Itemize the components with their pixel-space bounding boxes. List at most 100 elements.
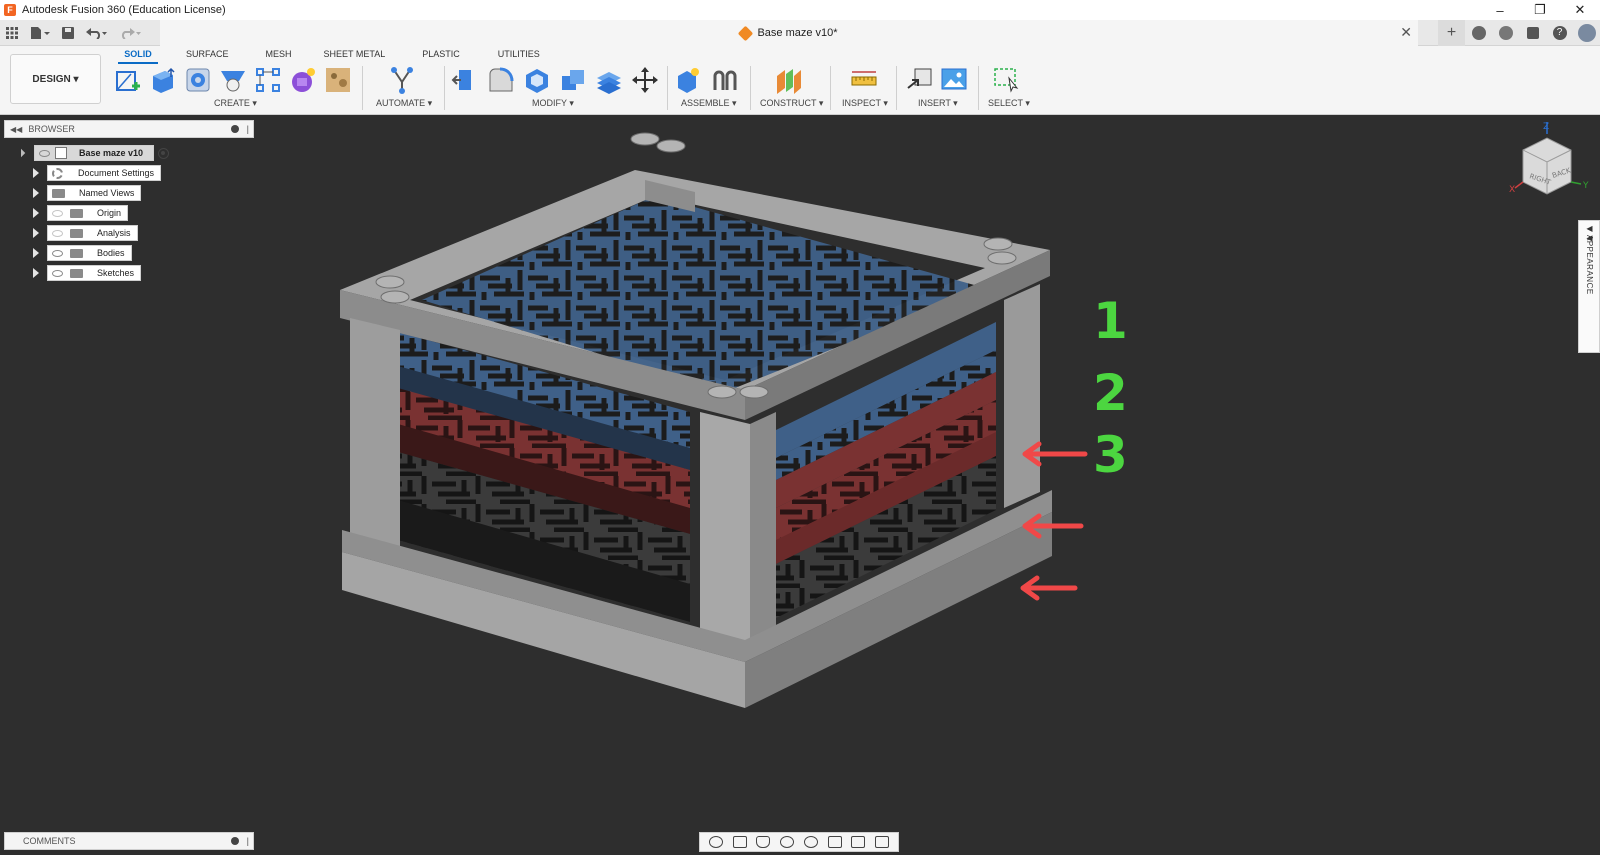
- select-group-label[interactable]: SELECT ▾: [988, 98, 1030, 109]
- activate-component-icon[interactable]: [158, 147, 170, 159]
- expand-arrow-icon[interactable]: [33, 168, 39, 178]
- data-panel-grid-icon[interactable]: [0, 20, 24, 46]
- pattern-icon[interactable]: [254, 66, 282, 94]
- tab-mesh[interactable]: MESH: [266, 46, 292, 64]
- expand-arrow-icon[interactable]: [33, 268, 39, 278]
- browser-pin-icon[interactable]: |: [247, 124, 249, 134]
- visibility-eye-icon[interactable]: [35, 146, 53, 160]
- toolbar-ribbon: DESIGN ▾ SOLID SURFACE MESH SHEET METAL …: [0, 46, 1600, 115]
- browser-node-label: Document Settings: [78, 168, 155, 178]
- insert-group-label[interactable]: INSERT ▾: [918, 98, 958, 109]
- browser-node-bodies[interactable]: Bodies: [33, 245, 132, 261]
- user-avatar[interactable]: [1573, 20, 1600, 46]
- help-icon[interactable]: ?: [1546, 20, 1573, 46]
- create-group-label[interactable]: CREATE ▾: [214, 98, 257, 109]
- job-status-icon[interactable]: [1492, 20, 1519, 46]
- view-cube[interactable]: RIGHT BACK Z X Y: [1505, 120, 1595, 210]
- look-at-icon[interactable]: [732, 836, 747, 848]
- arrow-1-icon: [1022, 441, 1088, 467]
- extrude-icon[interactable]: [149, 66, 177, 94]
- assemble-group-label[interactable]: ASSEMBLE ▾: [681, 98, 737, 109]
- window-title: Autodesk Fusion 360 (Education License): [22, 4, 226, 16]
- viewports-icon[interactable]: [875, 836, 890, 848]
- expand-arrow-icon[interactable]: [33, 188, 39, 198]
- comments-pin-icon[interactable]: |: [247, 836, 249, 846]
- create-form-icon[interactable]: [289, 66, 317, 94]
- browser-minimize-icon[interactable]: [231, 125, 239, 133]
- ribbon-separator: [667, 66, 668, 110]
- offset-face-icon[interactable]: [595, 66, 623, 94]
- press-pull-icon[interactable]: [451, 66, 479, 94]
- file-menu-icon[interactable]: [24, 20, 56, 46]
- hole-icon[interactable]: [219, 66, 247, 94]
- expand-arrow-icon[interactable]: [33, 248, 39, 258]
- automate-icon[interactable]: [388, 66, 416, 94]
- close-tab-button[interactable]: ✕: [1400, 24, 1412, 41]
- new-tab-plus-icon[interactable]: +: [1438, 20, 1465, 46]
- shell-icon[interactable]: [523, 66, 551, 94]
- browser-node-named-views[interactable]: Named Views: [33, 185, 142, 201]
- comments-panel-header[interactable]: COMMENTS |: [4, 832, 254, 850]
- tab-plastic[interactable]: PLASTIC: [422, 46, 460, 64]
- visibility-eye-icon[interactable]: [48, 206, 66, 220]
- browser-node-analysis[interactable]: Analysis: [33, 225, 138, 241]
- zoom-icon[interactable]: [780, 836, 795, 848]
- minimize-button[interactable]: –: [1480, 0, 1520, 20]
- redo-icon[interactable]: [114, 20, 148, 46]
- tab-sheet-metal[interactable]: SHEET METAL: [324, 46, 386, 64]
- close-window-button[interactable]: ✕: [1560, 0, 1600, 20]
- collapse-browser-icon[interactable]: ◀◀: [10, 125, 22, 134]
- 3d-canvas[interactable]: 1 2 3 RIGHT BACK Z X Y: [0, 116, 1600, 839]
- joint-icon[interactable]: [711, 66, 739, 94]
- canvas-image-icon[interactable]: [940, 66, 968, 94]
- window-select-icon[interactable]: [993, 66, 1021, 94]
- browser-node-label: Sketches: [97, 268, 135, 278]
- document-tab[interactable]: Base maze v10* ✕: [160, 20, 1418, 46]
- ribbon-separator: [444, 66, 445, 110]
- browser-panel-header[interactable]: ◀◀ BROWSER |: [4, 120, 254, 138]
- save-icon[interactable]: [56, 20, 80, 46]
- workspace-switcher[interactable]: DESIGN ▾: [10, 54, 101, 104]
- browser-node-sketches[interactable]: Sketches: [33, 265, 142, 281]
- display-settings-icon[interactable]: [827, 836, 842, 848]
- ribbon-separator: [830, 66, 831, 110]
- expand-arrow-icon[interactable]: [33, 228, 39, 238]
- undo-icon[interactable]: [80, 20, 114, 46]
- decal-icon[interactable]: [324, 66, 352, 94]
- insert-derive-icon[interactable]: [906, 66, 934, 94]
- expand-arrow-icon[interactable]: [16, 148, 26, 158]
- construct-group-label[interactable]: CONSTRUCT ▾: [760, 98, 823, 109]
- browser-node-origin[interactable]: Origin: [33, 205, 129, 221]
- grid-settings-icon[interactable]: [851, 836, 866, 848]
- add-comment-icon[interactable]: [231, 837, 239, 845]
- inspect-group-label[interactable]: INSPECT ▾: [842, 98, 888, 109]
- create-sketch-icon[interactable]: [114, 66, 142, 94]
- title-bar: F Autodesk Fusion 360 (Education License…: [0, 0, 1600, 20]
- browser-node-document-settings[interactable]: Document Settings: [33, 165, 162, 181]
- modify-group-label[interactable]: MODIFY ▾: [532, 98, 574, 109]
- extensions-icon[interactable]: [1465, 20, 1492, 46]
- tab-utilities[interactable]: UTILITIES: [498, 46, 540, 64]
- tab-surface[interactable]: SURFACE: [186, 46, 229, 64]
- folder-icon: [52, 188, 65, 198]
- automate-group-label[interactable]: AUTOMATE ▾: [376, 98, 432, 109]
- pan-hand-icon[interactable]: [756, 836, 771, 848]
- move-copy-icon[interactable]: [631, 66, 659, 94]
- revolve-icon[interactable]: [184, 66, 212, 94]
- notifications-icon[interactable]: [1519, 20, 1546, 46]
- maximize-button[interactable]: ❐: [1520, 0, 1560, 20]
- measure-icon[interactable]: [850, 66, 878, 94]
- new-component-icon[interactable]: [675, 66, 703, 94]
- appearance-panel-tab[interactable]: ◀◀ APPEARANCE: [1578, 220, 1600, 353]
- offset-plane-icon[interactable]: [775, 66, 803, 94]
- tab-solid[interactable]: SOLID: [118, 46, 158, 64]
- visibility-eye-icon[interactable]: [48, 246, 66, 260]
- orbit-icon[interactable]: [708, 836, 723, 848]
- visibility-eye-icon[interactable]: [48, 266, 66, 280]
- fillet-icon[interactable]: [487, 66, 515, 94]
- fit-zoom-window-icon[interactable]: [803, 836, 818, 848]
- combine-icon[interactable]: [559, 66, 587, 94]
- visibility-eye-icon[interactable]: [48, 226, 66, 240]
- expand-arrow-icon[interactable]: [33, 208, 39, 218]
- browser-root-node[interactable]: Base maze v10: [16, 145, 172, 161]
